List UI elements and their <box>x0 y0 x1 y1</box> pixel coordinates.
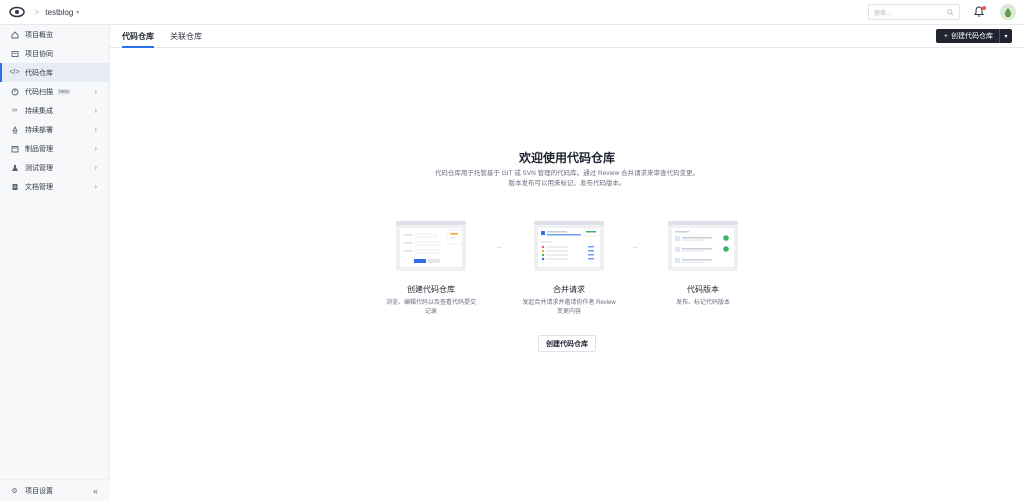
arrow-right-icon: → <box>631 242 639 251</box>
code-icon: </> <box>9 69 20 76</box>
sidebar-item-code-repo[interactable]: </> 代码仓库 <box>0 63 109 82</box>
sidebar-item-docs[interactable]: 文档管理 › <box>0 177 109 196</box>
top-bar: > testblog ▾ 搜索... <box>0 0 1024 25</box>
project-name: testblog <box>45 7 74 17</box>
board-icon <box>10 49 19 58</box>
notification-dot <box>982 6 986 10</box>
chevron-down-icon[interactable]: ▾ <box>999 29 1012 43</box>
collapse-sidebar-icon[interactable]: « <box>93 486 98 496</box>
docs-icon <box>10 182 19 191</box>
plus-icon: + <box>943 32 948 40</box>
arrow-right-icon: → <box>495 242 503 251</box>
sidebar-item-label: 持续部署 <box>25 126 53 134</box>
sidebar-item-label: 项目概览 <box>25 31 53 39</box>
tab-code-repo[interactable]: 代码仓库 <box>122 31 154 48</box>
gear-icon: ⚙ <box>11 487 18 495</box>
card-desc-line: 变更内容 <box>556 309 581 315</box>
infinity-icon: ∞ <box>12 107 17 114</box>
chevron-down-icon: ▾ <box>76 9 80 16</box>
sidebar-item-collaboration[interactable]: 项目协同 <box>0 44 109 63</box>
sidebar-item-cd[interactable]: 持续部署 › <box>0 120 109 139</box>
chevron-right-icon: › <box>94 182 97 191</box>
create-repo-center-button[interactable]: 创建代码仓库 <box>538 335 596 352</box>
beta-badge: beta <box>57 88 71 95</box>
sidebar-item-label: 测试管理 <box>25 164 53 172</box>
search-input[interactable]: 搜索... <box>868 4 960 20</box>
chevron-right-icon: › <box>94 144 97 153</box>
welcome-title: 欢迎使用代码仓库 <box>518 151 615 165</box>
breadcrumb-separator: > <box>34 7 40 17</box>
home-icon <box>10 30 19 39</box>
feature-card-merge-request: 合并请求 发起合并请求并邀请协作者 Review 变更内容 <box>514 221 624 317</box>
tab-bar: 代码仓库 关联仓库 <box>110 25 1024 48</box>
project-switcher[interactable]: testblog ▾ <box>45 8 79 17</box>
chevron-right-icon: › <box>94 125 97 134</box>
card-desc-line: 浏览、编辑代码以及查看代码提交 <box>385 300 476 306</box>
sidebar-item-label: 文档管理 <box>25 183 53 191</box>
sidebar: 项目概览 项目协同 </> 代码仓库 代码扫描 beta › ∞ 持续集成 › … <box>0 25 110 501</box>
sidebar-item-label: 代码仓库 <box>25 69 53 77</box>
welcome-desc-line: 代码仓库用于托管基于 GIT 或 SVN 管理的代码库。通过 Review 合并… <box>434 170 700 177</box>
card-description: 浏览、编辑代码以及查看代码提交 记录 <box>376 299 486 317</box>
sidebar-item-label: 持续集成 <box>25 107 53 115</box>
card-title: 合并请求 <box>553 285 585 294</box>
card-description: 发起合并请求并邀请协作者 Review 变更内容 <box>514 299 624 317</box>
chevron-right-icon: › <box>94 106 97 115</box>
card-desc-line: 记录 <box>424 309 437 315</box>
search-placeholder: 搜索... <box>874 10 892 17</box>
card-description: 发布、标记代码版本 <box>648 299 758 308</box>
card-title: 创建代码仓库 <box>407 285 455 294</box>
sidebar-item-label: 制品管理 <box>25 145 53 153</box>
search-icon <box>947 8 954 16</box>
sidebar-item-testing[interactable]: 测试管理 › <box>0 158 109 177</box>
feature-card-create-repo: 创建代码仓库 浏览、编辑代码以及查看代码提交 记录 <box>376 221 486 317</box>
create-repo-illustration <box>396 221 466 271</box>
welcome-description: 代码仓库用于托管基于 GIT 或 SVN 管理的代码库。通过 Review 合并… <box>110 169 1024 189</box>
chevron-right-icon: › <box>94 87 97 96</box>
merge-request-illustration <box>534 221 604 271</box>
avatar[interactable] <box>1000 4 1016 20</box>
sidebar-item-code-scan[interactable]: 代码扫描 beta › <box>0 82 109 101</box>
sidebar-item-label: 代码扫描 <box>25 88 53 96</box>
scan-icon <box>10 87 19 96</box>
flask-icon <box>10 163 19 172</box>
sidebar-item-overview[interactable]: 项目概览 <box>0 25 109 44</box>
sidebar-item-label: 项目协同 <box>25 50 53 58</box>
sidebar-item-artifacts[interactable]: 制品管理 › <box>0 139 109 158</box>
feature-card-code-version: 代码版本 发布、标记代码版本 <box>648 221 758 308</box>
sidebar-settings[interactable]: ⚙ 项目设置 « <box>0 479 110 501</box>
rocket-icon <box>10 125 19 134</box>
create-repo-label: 创建代码仓库 <box>951 33 993 40</box>
notification-bell-icon[interactable] <box>974 6 986 18</box>
card-desc-line: 发起合并请求并邀请协作者 Review <box>522 300 616 306</box>
chevron-right-icon: › <box>94 163 97 172</box>
welcome-desc-line: 版本发布可以用来标记、发布代码版本。 <box>508 180 626 187</box>
sidebar-item-ci[interactable]: ∞ 持续集成 › <box>0 101 109 120</box>
package-icon <box>10 144 19 153</box>
logo-icon[interactable] <box>6 1 28 23</box>
card-title: 代码版本 <box>687 285 719 294</box>
settings-label: 项目设置 <box>25 487 53 495</box>
tab-linked-repo[interactable]: 关联仓库 <box>170 31 202 47</box>
main-content: 代码仓库 关联仓库 + 创建代码仓库 ▾ 欢迎使用代码仓库 代码仓库用于托管基于… <box>110 25 1024 501</box>
code-version-illustration <box>668 221 738 271</box>
create-repo-button[interactable]: + 创建代码仓库 ▾ <box>935 29 1012 43</box>
card-desc-line: 发布、标记代码版本 <box>675 300 730 306</box>
